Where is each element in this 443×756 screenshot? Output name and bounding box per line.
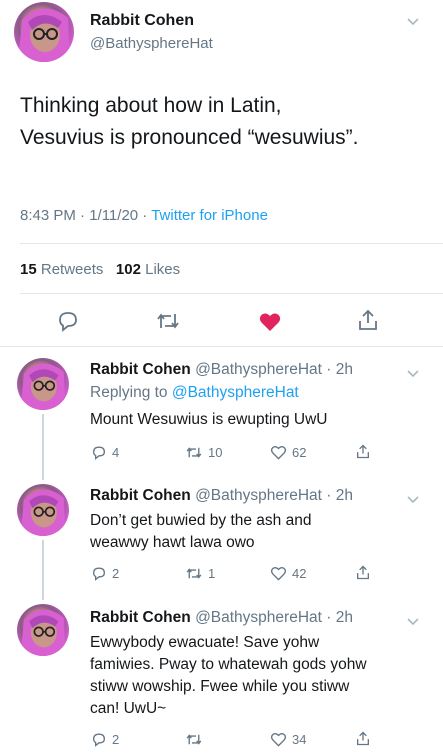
like-button[interactable]: 62: [270, 445, 306, 460]
main-author-handle[interactable]: @BathysphereHat: [90, 35, 213, 52]
replying-to-prefix: Replying to: [90, 384, 172, 401]
share-button[interactable]: [355, 730, 371, 747]
avatar-image: [18, 8, 70, 62]
like-button[interactable]: 34: [270, 732, 306, 747]
reply-author-name[interactable]: Rabbit Cohen: [90, 609, 191, 626]
like-button[interactable]: 42: [270, 566, 306, 581]
reply-text-line: Don’t get buwied by the ash and: [90, 512, 312, 529]
reply-icon: [92, 567, 106, 581]
reply-text: Mount Wesuwius is ewupting UwU: [90, 409, 430, 431]
thread-line: [42, 540, 44, 600]
heart-outline-icon: [270, 446, 287, 460]
avatar-image: [20, 609, 66, 656]
share-icon: [359, 309, 377, 330]
reply-button[interactable]: 4: [91, 445, 119, 460]
tweet-timestamp: 8:43 PM · 1/11/20 · Twitter for iPhone: [20, 207, 268, 224]
retweet-button[interactable]: 10: [185, 445, 222, 460]
reply-text: Don’t get buwied by the ash and weawwy h…: [90, 510, 430, 554]
reply-author-name[interactable]: Rabbit Cohen: [90, 487, 191, 504]
main-tweet-line: Thinking about how in Latin,: [20, 94, 282, 117]
replying-to-handle[interactable]: @BathysphereHat: [172, 384, 299, 401]
retweet-icon: [186, 447, 202, 458]
like-count: 62: [292, 445, 307, 460]
heart-outline-icon: [270, 733, 287, 747]
chevron-down-icon[interactable]: [406, 366, 420, 384]
avatar-image: [20, 363, 66, 410]
reply-button[interactable]: 2: [91, 732, 119, 747]
like-count: 42: [292, 566, 307, 581]
retweet-button[interactable]: 1: [185, 566, 215, 581]
main-tweet-line: Vesuvius is pronounced “wesuwius”.: [20, 126, 359, 149]
main-tweet-text: Thinking about how in Latin, Vesuvius is…: [20, 90, 430, 154]
retweet-count: 10: [208, 445, 223, 460]
reply-header: Rabbit Cohen @BathysphereHat · 2h: [90, 487, 353, 505]
reply-text: Ewwybody ewacuate! Save yohw famiwies. P…: [90, 632, 435, 720]
reply-text-line: can! UwU~: [90, 700, 167, 717]
reply-handle-time[interactable]: @BathysphereHat · 2h: [195, 361, 353, 378]
reply-avatar[interactable]: [17, 484, 69, 536]
chevron-down-icon[interactable]: [406, 614, 420, 632]
divider: [0, 346, 443, 347]
reply-handle-time[interactable]: @BathysphereHat · 2h: [195, 487, 353, 504]
source-link[interactable]: Twitter for iPhone: [151, 207, 268, 224]
heart-icon: [259, 313, 281, 331]
share-button[interactable]: [355, 564, 371, 581]
retweet-icon: [157, 313, 179, 329]
reply-header: Rabbit Cohen @BathysphereHat · 2h: [90, 609, 353, 627]
share-button[interactable]: [355, 443, 371, 460]
reply-button[interactable]: [56, 310, 80, 337]
retweets-count[interactable]: 15: [20, 261, 37, 278]
reply-icon: [92, 733, 106, 747]
main-author-name[interactable]: Rabbit Cohen: [90, 12, 194, 30]
chevron-down-icon[interactable]: [406, 14, 420, 32]
reply-avatar[interactable]: [17, 358, 69, 410]
share-icon: [357, 444, 369, 459]
reply-handle-time[interactable]: @BathysphereHat · 2h: [195, 609, 353, 626]
reply-icon: [92, 446, 106, 460]
reply-count: 2: [112, 732, 120, 747]
replying-to: Replying to @BathysphereHat: [90, 384, 299, 402]
likes-label[interactable]: Likes: [145, 261, 180, 278]
heart-outline-icon: [270, 567, 287, 581]
reply-text-line: famiwies. Pway to whatewah gods yohw: [90, 656, 367, 673]
retweet-icon: [186, 568, 202, 579]
divider: [20, 243, 443, 244]
retweet-button[interactable]: [185, 732, 208, 747]
share-icon: [357, 731, 369, 746]
reply-text-line: Mount Wesuwius is ewupting UwU: [90, 411, 328, 428]
engagement-stats: 15 Retweets 102 Likes: [20, 261, 180, 278]
reply-text-line: Ewwybody ewacuate! Save yohw: [90, 634, 320, 651]
divider: [20, 293, 443, 294]
retweets-label[interactable]: Retweets: [41, 261, 104, 278]
reply-icon: [59, 312, 77, 332]
chevron-down-icon[interactable]: [406, 492, 420, 510]
retweet-count: 1: [208, 566, 216, 581]
reply-text-line: stiww wowship. Fwee while you stiww: [90, 678, 350, 695]
reply-count: 2: [112, 566, 120, 581]
share-button[interactable]: [356, 308, 380, 337]
reply-avatar[interactable]: [17, 604, 69, 656]
like-button[interactable]: [258, 311, 282, 338]
retweet-icon: [186, 734, 202, 745]
reply-header: Rabbit Cohen @BathysphereHat · 2h: [90, 361, 353, 379]
like-count: 34: [292, 732, 307, 747]
retweet-button[interactable]: [155, 310, 181, 337]
avatar-image: [20, 489, 66, 536]
share-icon: [357, 565, 369, 580]
likes-count[interactable]: 102: [116, 261, 141, 278]
thread-line: [42, 414, 44, 480]
reply-button[interactable]: 2: [91, 566, 119, 581]
reply-count: 4: [112, 445, 120, 460]
timestamp-text: 8:43 PM · 1/11/20 ·: [20, 207, 152, 224]
reply-author-name[interactable]: Rabbit Cohen: [90, 361, 191, 378]
reply-text-line: weawwy hawt lawa owo: [90, 534, 255, 551]
main-avatar[interactable]: [14, 2, 74, 62]
